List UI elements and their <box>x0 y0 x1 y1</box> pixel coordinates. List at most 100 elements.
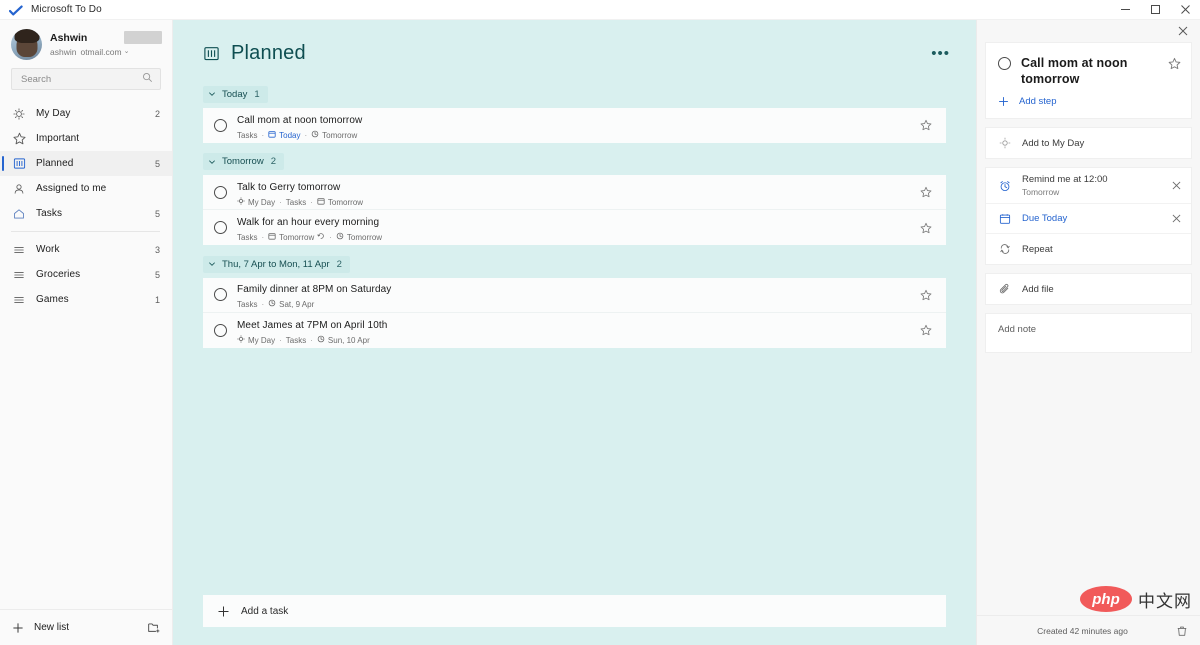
add-step-button[interactable]: Add step <box>986 87 1191 118</box>
account-email-suffix: otmail.com <box>80 46 122 57</box>
meta-separator: · <box>279 335 282 345</box>
account-switcher[interactable]: Ashwin ashwin otmail.com ⌄ <box>0 20 172 68</box>
group-header[interactable]: Thu, 7 Apr to Mon, 11 Apr 2 <box>203 255 350 273</box>
meta-list: Tasks <box>285 197 307 207</box>
meta-my-day: My Day <box>237 334 275 346</box>
sun-icon <box>11 107 27 120</box>
list-icon <box>11 244 27 256</box>
group-header[interactable]: Tomorrow 2 <box>203 153 284 170</box>
meta-reminder: Tomorrow <box>311 130 357 141</box>
star-icon[interactable] <box>1168 57 1181 70</box>
task-content: Family dinner at 8PM on Saturday Tasks ·… <box>237 279 920 310</box>
maximize-icon[interactable] <box>1140 0 1170 20</box>
planned-icon <box>203 45 220 62</box>
close-icon[interactable] <box>1170 0 1200 20</box>
sidebar-item-count: 5 <box>154 208 160 219</box>
star-icon[interactable] <box>920 222 932 234</box>
meta-reminder: Sat, 9 Apr <box>268 299 314 310</box>
add-task-placeholder: Add a task <box>241 605 289 617</box>
meta-due-text: Today <box>279 130 301 140</box>
task-complete-checkbox[interactable] <box>214 288 227 301</box>
planned-icon <box>11 157 27 170</box>
star-icon[interactable] <box>920 289 932 301</box>
task-metadata: My Day · Tasks · Sun, 10 Apr <box>237 334 920 346</box>
chevron-down-icon <box>208 260 216 268</box>
task-group-date-range: Thu, 7 Apr to Mon, 11 Apr 2 Family dinne… <box>203 255 946 348</box>
todo-app-window: Microsoft To Do Ashwin ashwin otmail.com… <box>0 0 1200 645</box>
task-complete-checkbox[interactable] <box>214 221 227 234</box>
sidebar-item-my-day[interactable]: My Day 2 <box>0 101 172 126</box>
task-content: Talk to Gerry tomorrow My Day · Tasks · … <box>237 177 920 208</box>
meta-separator: · <box>329 233 332 242</box>
meta-reminder: Sun, 10 Apr <box>317 335 370 346</box>
minimize-icon[interactable] <box>1110 0 1140 20</box>
add-to-my-day-button[interactable]: Add to My Day <box>986 128 1191 158</box>
detail-task-title[interactable]: Call mom at noon tomorrow <box>1021 55 1168 87</box>
task-row[interactable]: Walk for an hour every morning Tasks · T… <box>203 210 946 245</box>
sidebar-item-important[interactable]: Important <box>0 126 172 151</box>
sidebar-item-games[interactable]: Games 1 <box>0 287 172 312</box>
sidebar-item-label: Games <box>36 294 69 305</box>
group-label: Tomorrow <box>222 156 264 167</box>
reminder-sub: Tomorrow <box>1022 186 1060 197</box>
task-complete-checkbox[interactable] <box>214 118 227 132</box>
new-list-button[interactable]: New list <box>34 622 147 633</box>
search-input[interactable]: Search <box>11 68 161 90</box>
group-header[interactable]: Today 1 <box>203 85 268 103</box>
group-label: Thu, 7 Apr to Mon, 11 Apr <box>222 258 330 270</box>
account-text: Ashwin ashwin otmail.com ⌄ <box>50 32 129 58</box>
task-row[interactable]: Call mom at noon tomorrow Tasks · Today <box>203 107 946 143</box>
meta-list: Tasks <box>237 300 258 309</box>
chevron-down-icon <box>208 90 216 98</box>
add-file-button[interactable]: Add file <box>986 274 1191 304</box>
window-title: Microsoft To Do <box>31 4 102 15</box>
star-icon[interactable] <box>920 186 932 198</box>
list-options-button[interactable]: ••• <box>927 43 954 65</box>
created-timestamp: Created 42 minutes ago <box>1037 625 1128 636</box>
add-file-label: Add file <box>1022 283 1054 295</box>
sidebar-item-planned[interactable]: Planned 5 <box>0 151 172 176</box>
task-row[interactable]: Family dinner at 8PM on Saturday Tasks ·… <box>203 277 946 313</box>
reminder-row[interactable]: Remind me at 12:00 Tomorrow <box>986 168 1191 204</box>
task-metadata: Tasks · Sat, 9 Apr <box>237 299 920 310</box>
due-date-label: Due Today <box>1022 213 1068 224</box>
name-redaction <box>124 31 162 44</box>
task-complete-checkbox[interactable] <box>214 323 227 337</box>
meta-due: Tomorrow <box>317 197 363 208</box>
task-row[interactable]: Talk to Gerry tomorrow My Day · Tasks · … <box>203 175 946 210</box>
close-detail-icon[interactable] <box>1178 26 1188 36</box>
sidebar-item-label: My Day <box>36 108 71 119</box>
task-group-body: Family dinner at 8PM on Saturday Tasks ·… <box>203 277 946 348</box>
task-row[interactable]: Meet James at 7PM on April 10th My Day · <box>203 312 946 348</box>
sidebar-item-count: 5 <box>154 158 160 169</box>
new-group-icon[interactable] <box>147 621 160 634</box>
sidebar-item-count: 3 <box>154 244 160 255</box>
add-task-input[interactable]: Add a task <box>203 595 946 627</box>
sidebar-item-assigned-to-me[interactable]: Assigned to me <box>0 176 172 201</box>
task-complete-checkbox[interactable] <box>214 185 227 199</box>
bell-icon <box>268 299 276 310</box>
group-count: 1 <box>254 88 260 100</box>
task-metadata: My Day · Tasks · Tomorrow <box>237 196 920 208</box>
task-complete-checkbox[interactable] <box>998 57 1011 70</box>
task-title: Call mom at noon tomorrow <box>237 114 363 126</box>
sidebar-item-work[interactable]: Work 3 <box>0 237 172 262</box>
star-icon[interactable] <box>920 119 932 131</box>
delete-task-icon[interactable] <box>1176 625 1188 637</box>
list-icon <box>11 294 27 306</box>
detail-footer: Created 42 minutes ago <box>977 615 1200 645</box>
meta-my-day: My Day <box>237 196 275 208</box>
star-icon[interactable] <box>920 324 932 336</box>
sidebar-item-groceries[interactable]: Groceries 5 <box>0 262 172 287</box>
star-icon <box>11 132 27 145</box>
repeat-row[interactable]: Repeat <box>986 234 1191 264</box>
calendar-icon <box>268 130 276 141</box>
remove-due-date-icon[interactable] <box>1172 214 1181 223</box>
account-email-prefix: ashwin <box>50 46 77 57</box>
meta-separator: · <box>304 130 308 140</box>
add-note-input[interactable]: Add note <box>985 313 1192 353</box>
due-date-row[interactable]: Due Today <box>986 204 1191 234</box>
chevron-down-icon[interactable]: ⌄ <box>124 46 130 58</box>
sidebar-item-tasks[interactable]: Tasks 5 <box>0 201 172 226</box>
remove-reminder-icon[interactable] <box>1172 181 1181 190</box>
